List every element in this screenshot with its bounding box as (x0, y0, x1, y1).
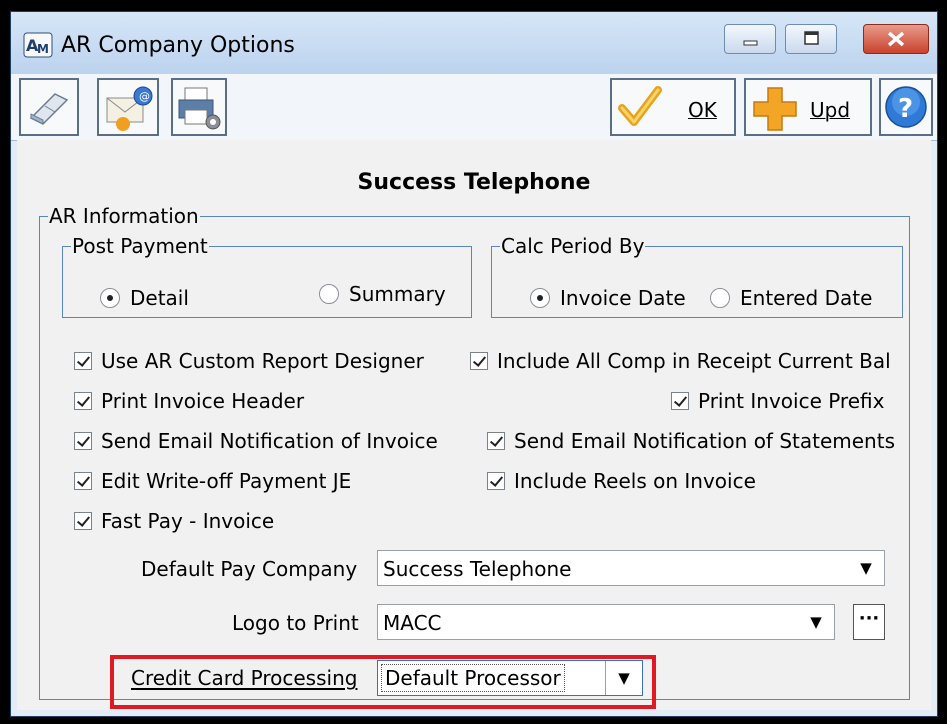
ok-button[interactable]: OK (610, 78, 736, 136)
logo-browse-button[interactable]: ··· (853, 604, 885, 640)
maximize-button[interactable] (785, 24, 837, 54)
svg-text:?: ? (898, 94, 913, 124)
edit-writeoff-label: Edit Write-off Payment JE (101, 469, 352, 493)
post-payment-detail-radio[interactable]: Detail (100, 286, 189, 310)
calc-period-invoice-date-radio[interactable]: Invoice Date (530, 286, 686, 310)
checkbox-checked-icon (671, 392, 689, 410)
checkbox-checked-icon (74, 472, 92, 490)
print-invoice-header-checkbox[interactable]: Print Invoice Header (74, 389, 304, 413)
post-payment-detail-label: Detail (130, 286, 189, 310)
include-reels-checkbox[interactable]: Include Reels on Invoice (487, 469, 756, 493)
default-pay-company-dropdown[interactable]: Success Telephone ▼ (377, 550, 885, 586)
logo-to-print-label: Logo to Print (232, 611, 359, 635)
fast-pay-label: Fast Pay - Invoice (101, 509, 275, 533)
svg-text:M: M (37, 42, 49, 56)
checkbox-checked-icon (74, 392, 92, 410)
default-pay-company-label: Default Pay Company (141, 557, 358, 581)
calc-period-entered-date-label: Entered Date (740, 286, 873, 310)
calc-period-entered-date-radio[interactable]: Entered Date (710, 286, 872, 310)
ar-company-options-window: A M AR Company Options @ OK Upd ? Succes… (10, 11, 938, 717)
checkbox-checked-icon (470, 352, 488, 370)
use-ar-custom-report-checkbox[interactable]: Use AR Custom Report Designer (74, 349, 424, 373)
chevron-down-icon[interactable]: ▼ (798, 605, 834, 639)
checkbox-checked-icon (74, 432, 92, 450)
plus-icon (753, 87, 797, 131)
ar-information-legend: AR Information (49, 204, 199, 228)
post-payment-summary-label: Summary (349, 282, 446, 306)
checkmark-icon (618, 86, 662, 126)
print-invoice-prefix-checkbox[interactable]: Print Invoice Prefix (671, 389, 884, 413)
print-settings-button[interactable] (171, 78, 227, 136)
radio-selected-icon (100, 288, 120, 308)
radio-selected-icon (530, 288, 550, 308)
app-icon: A M (23, 32, 53, 58)
checkbox-checked-icon (74, 352, 92, 370)
title-bar: A M AR Company Options (11, 12, 937, 74)
ok-label: OK (688, 98, 717, 122)
post-payment-legend: Post Payment (72, 234, 208, 258)
minimize-button[interactable] (724, 24, 776, 54)
radio-unselected-icon (319, 284, 339, 304)
svg-text:@: @ (139, 90, 150, 103)
close-button[interactable] (863, 24, 929, 54)
include-reels-label: Include Reels on Invoice (514, 469, 756, 493)
checkbox-checked-icon (487, 432, 505, 450)
logo-to-print-dropdown[interactable]: MACC ▼ (377, 604, 835, 640)
credit-card-processing-dropdown[interactable]: Default Processor ▼ (377, 660, 643, 696)
default-pay-company-value: Success Telephone (383, 557, 572, 581)
print-settings-icon (178, 87, 221, 130)
checkbox-checked-icon (74, 512, 92, 530)
send-email-invoice-label: Send Email Notification of Invoice (101, 429, 438, 453)
eraser-icon (29, 93, 69, 125)
calc-period-legend: Calc Period By (501, 234, 645, 258)
logo-to-print-value: MACC (383, 611, 442, 635)
help-button[interactable]: ? (879, 78, 933, 136)
email-icon: @ (106, 86, 153, 131)
upd-label: Upd (810, 98, 851, 122)
chevron-down-icon[interactable]: ▼ (848, 551, 884, 585)
print-invoice-header-label: Print Invoice Header (101, 389, 305, 413)
close-icon (887, 31, 905, 47)
send-email-invoice-checkbox[interactable]: Send Email Notification of Invoice (74, 429, 438, 453)
checkbox-checked-icon (487, 472, 505, 490)
credit-card-processing-label: Credit Card Processing (131, 666, 358, 690)
eraser-button[interactable] (19, 78, 79, 136)
help-icon: ? (885, 86, 927, 128)
calc-period-invoice-date-label: Invoice Date (560, 286, 686, 310)
toolbar: @ OK Upd ? (11, 74, 937, 141)
company-name: Success Telephone (357, 170, 591, 195)
include-all-comp-label: Include All Comp in Receipt Current Bal (497, 349, 891, 373)
chevron-down-icon[interactable]: ▼ (605, 661, 642, 695)
form-body: Success Telephone AR Information Post Pa… (17, 140, 931, 710)
maximize-icon (804, 31, 819, 45)
window-title: AR Company Options (61, 33, 295, 58)
print-invoice-prefix-label: Print Invoice Prefix (698, 389, 885, 413)
email-button[interactable]: @ (97, 78, 159, 136)
send-email-statements-label: Send Email Notification of Statements (514, 429, 895, 453)
send-email-statements-checkbox[interactable]: Send Email Notification of Statements (487, 429, 895, 453)
include-all-comp-checkbox[interactable]: Include All Comp in Receipt Current Bal (470, 349, 891, 373)
use-ar-custom-report-label: Use AR Custom Report Designer (101, 349, 424, 373)
update-button[interactable]: Upd (744, 78, 872, 136)
edit-writeoff-checkbox[interactable]: Edit Write-off Payment JE (74, 469, 351, 493)
credit-card-processing-value: Default Processor (381, 664, 565, 692)
post-payment-summary-radio[interactable]: Summary (319, 282, 446, 306)
radio-unselected-icon (710, 288, 730, 308)
fast-pay-checkbox[interactable]: Fast Pay - Invoice (74, 509, 274, 533)
minimize-icon (743, 40, 758, 46)
